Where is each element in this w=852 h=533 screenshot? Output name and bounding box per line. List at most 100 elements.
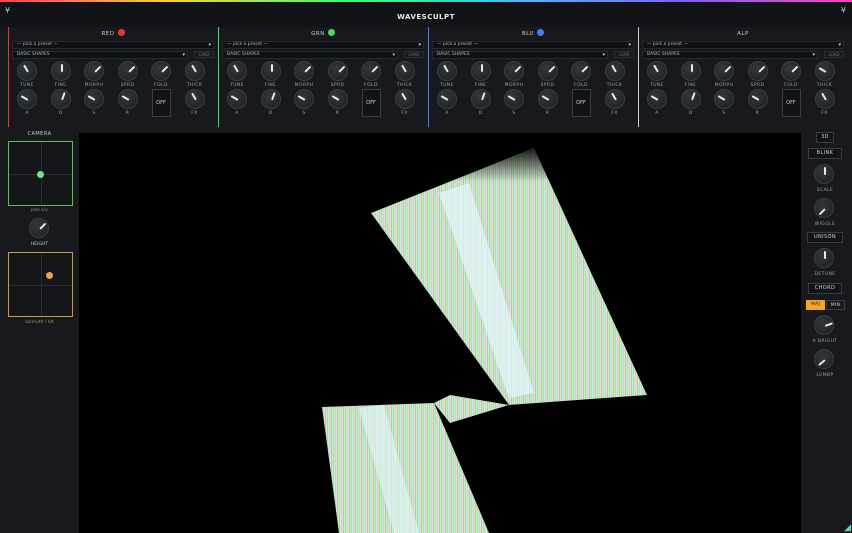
preset-select[interactable]: — pick a preset — ▾ — [432, 41, 634, 49]
channel-led-icon[interactable] — [117, 29, 125, 36]
fine-knob[interactable] — [260, 61, 281, 81]
title-bar: ¥ WAVESCULPT ¥ — [0, 0, 852, 27]
orbit-handle[interactable] — [46, 272, 53, 279]
panel-header: ALP — [642, 27, 844, 39]
d-knob[interactable] — [260, 89, 281, 109]
a-knob[interactable] — [437, 89, 457, 109]
bank-select-value: BASIC SHAPES — [647, 52, 680, 57]
fold-off-button[interactable]: OFF — [571, 89, 591, 117]
waveform-render — [322, 148, 647, 533]
sprd-knob[interactable] — [327, 61, 348, 81]
channel-led-icon[interactable] — [327, 29, 335, 36]
s-knob[interactable] — [504, 89, 524, 109]
tune-knob[interactable] — [437, 61, 457, 81]
a-knob[interactable] — [647, 89, 667, 109]
fx-knob[interactable] — [814, 89, 835, 109]
chevron-down-icon: ▾ — [602, 52, 605, 58]
preset-select-value: — pick a preset — — [647, 42, 688, 47]
height-label: HEIGHT — [30, 242, 49, 247]
a-bright-knob[interactable] — [814, 315, 834, 335]
thick-knob[interactable] — [184, 61, 205, 81]
load-button[interactable]: LOAD — [614, 51, 634, 58]
r-knob[interactable] — [747, 89, 768, 109]
wiggle-knob[interactable] — [814, 198, 834, 218]
toggle-3d-button[interactable]: 3D — [816, 132, 834, 143]
chord-button[interactable]: CHORD — [808, 283, 842, 294]
fine-knob[interactable] — [50, 61, 71, 81]
knob-label: FX — [401, 111, 408, 116]
resize-handle-icon[interactable]: ◢ — [844, 524, 851, 533]
fold-knob[interactable] — [781, 61, 801, 81]
panel-header: BLU — [432, 27, 634, 39]
lumbp-label: LUMBP — [816, 373, 834, 378]
preset-select[interactable]: — pick a preset — ▾ — [642, 41, 844, 49]
sprd-knob[interactable] — [537, 61, 558, 81]
d-knob[interactable] — [50, 89, 71, 109]
panel-blu: BLU — pick a preset — ▾ BASIC SHAPES ▾ LOAD TU… — [428, 27, 636, 127]
fold-knob[interactable] — [571, 61, 591, 81]
morph-knob[interactable] — [504, 61, 524, 81]
sprd-knob[interactable] — [117, 61, 138, 81]
s-knob[interactable] — [84, 89, 104, 109]
knob-label: FOLD — [784, 83, 798, 88]
morph-knob[interactable] — [84, 61, 104, 81]
bank-select-value: BASIC SHAPES — [17, 52, 50, 57]
thick-knob[interactable] — [604, 61, 625, 81]
blink-button[interactable]: BLINK — [808, 148, 842, 159]
fold-knob[interactable] — [361, 61, 381, 81]
d-knob[interactable] — [680, 89, 701, 109]
fold-knob[interactable] — [151, 61, 171, 81]
camera-pan-handle[interactable] — [37, 171, 44, 178]
lumbp-knob[interactable] — [814, 349, 834, 369]
s-knob[interactable] — [294, 89, 314, 109]
bank-select[interactable]: BASIC SHAPES ▾ — [222, 51, 398, 59]
fine-knob[interactable] — [680, 61, 701, 81]
morph-knob[interactable] — [294, 61, 314, 81]
r-knob[interactable] — [117, 89, 138, 109]
sprd-knob[interactable] — [747, 61, 768, 81]
load-button[interactable]: LOAD — [404, 51, 424, 58]
r-knob[interactable] — [537, 89, 558, 109]
fold-off-button[interactable]: OFF — [361, 89, 381, 117]
camera-pan-pad[interactable] — [8, 141, 73, 206]
thick-knob[interactable] — [394, 61, 415, 81]
knob-label: A — [445, 111, 449, 116]
tune-knob[interactable] — [227, 61, 247, 81]
a-knob[interactable] — [17, 89, 37, 109]
fold-off-button[interactable]: OFF — [781, 89, 801, 117]
preset-select[interactable]: — pick a preset — ▾ — [222, 41, 424, 49]
bank-select[interactable]: BASIC SHAPES ▾ — [642, 51, 818, 59]
morph-knob[interactable] — [714, 61, 734, 81]
unison-button[interactable]: UNISON — [807, 232, 843, 243]
render-viewport[interactable] — [79, 133, 801, 533]
fine-knob[interactable] — [470, 61, 491, 81]
d-knob[interactable] — [470, 89, 491, 109]
knob-label: R — [335, 111, 340, 116]
load-button[interactable]: LOAD — [824, 51, 844, 58]
load-button[interactable]: LOAD — [194, 51, 214, 58]
fx-knob[interactable] — [394, 89, 415, 109]
fx-knob[interactable] — [604, 89, 625, 109]
chord-major-button[interactable]: MAJ — [806, 300, 825, 310]
height-knob[interactable] — [29, 218, 49, 238]
bank-select[interactable]: BASIC SHAPES ▾ — [12, 51, 188, 59]
channel-led-icon[interactable] — [537, 29, 545, 36]
knob-label: FINE — [684, 83, 697, 88]
scale-knob[interactable] — [814, 164, 834, 184]
detune-knob[interactable] — [814, 248, 834, 268]
thick-knob[interactable] — [814, 61, 835, 81]
fold-off-button[interactable]: OFF — [151, 89, 171, 117]
chevron-down-icon: ▾ — [628, 42, 631, 48]
a-knob[interactable] — [227, 89, 247, 109]
bank-select[interactable]: BASIC SHAPES ▾ — [432, 51, 608, 59]
chord-minor-button[interactable]: MIN — [826, 300, 845, 310]
s-knob[interactable] — [714, 89, 734, 109]
menu-icon[interactable]: ¥ — [841, 6, 846, 15]
r-knob[interactable] — [327, 89, 348, 109]
preset-select[interactable]: — pick a preset — ▾ — [12, 41, 214, 49]
tune-knob[interactable] — [17, 61, 37, 81]
orbit-pad[interactable] — [8, 252, 73, 317]
fx-knob[interactable] — [184, 89, 205, 109]
knob-label: THICK — [186, 83, 203, 88]
tune-knob[interactable] — [647, 61, 667, 81]
